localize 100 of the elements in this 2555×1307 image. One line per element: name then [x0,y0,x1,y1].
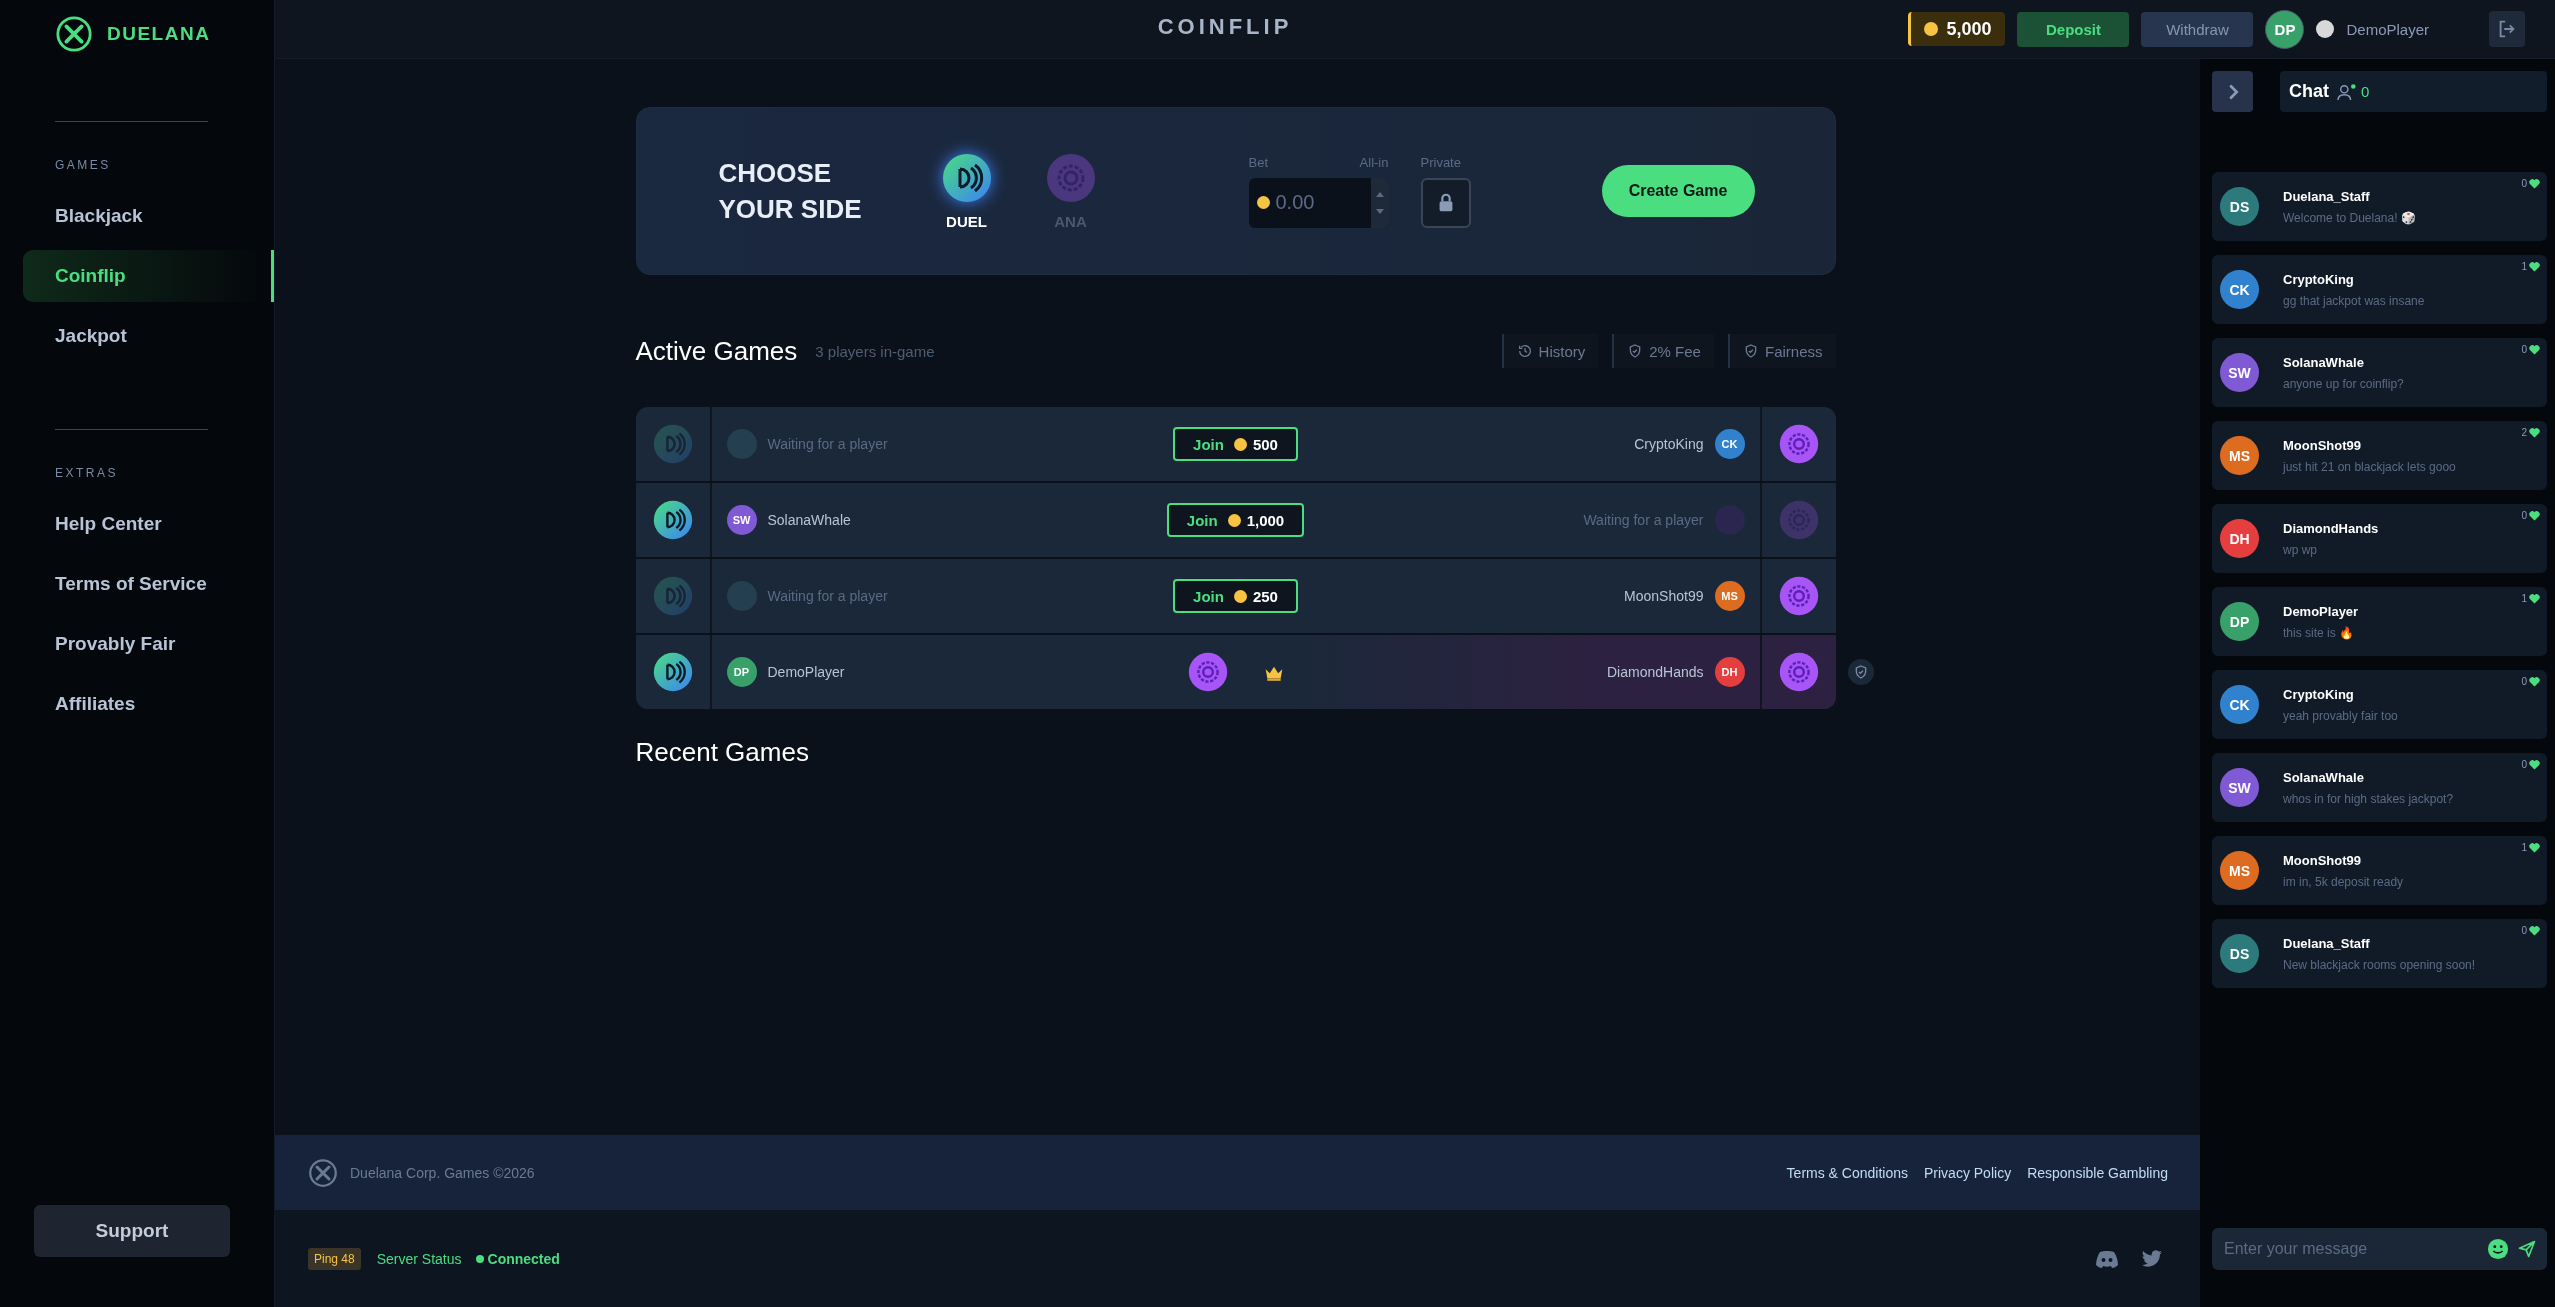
shield-icon[interactable] [1847,659,1874,685]
bet-field[interactable]: 0.00 [1248,177,1389,228]
like-count: 1 [2521,842,2527,853]
heart-icon[interactable] [2529,427,2540,438]
nav-item[interactable]: Affiliates [23,678,274,730]
empty-avatar-icon [726,429,757,459]
heart-icon[interactable] [2529,510,2540,521]
coin-icon [1256,196,1270,209]
like-count: 1 [2521,593,2527,604]
message-field[interactable]: Enter your message [2212,1228,2547,1270]
coin-icon [652,652,693,692]
user-avatar: MS [2220,851,2259,890]
private-toggle-button[interactable] [1420,177,1471,228]
heart-icon[interactable] [2529,842,2540,853]
tool-button[interactable]: History [1501,334,1599,368]
tool-button[interactable]: 2% Fee [1612,334,1714,368]
bird-icon[interactable] [2141,1249,2163,1268]
empty-avatar-icon [726,581,757,611]
ping-badge: Ping 48 [308,1247,361,1270]
nav-item[interactable]: Help Center [23,498,274,550]
like-count: 2 [2521,427,2527,438]
players-count: 3 players in-game [815,342,935,360]
message-text: Welcome to Duelana! 🎲 [2283,210,2416,225]
withdraw-button[interactable]: Withdraw [2141,11,2254,47]
player-name: DemoPlayer [767,664,845,680]
like-count: 1 [2521,261,2527,272]
footer-link[interactable]: Terms & Conditions [1786,1164,1908,1181]
history-icon [1516,343,1533,359]
bet-label: Bet [1248,154,1268,170]
status-dot-icon [475,1254,484,1263]
choose-side-heading: CHOOSE YOUR SIDE [718,157,863,226]
nav-item[interactable]: Blackjack [23,190,274,242]
message-text: New blackjack rooms opening soon! [2283,957,2476,972]
coin-icon [652,576,693,616]
copyright-text: Duelana Corp. Games ©2026 [350,1164,535,1181]
user-avatar: DP [2220,602,2259,641]
like-count: 0 [2521,344,2527,355]
coin-icon [1778,576,1819,616]
join-button[interactable]: Join 250 [1173,579,1298,613]
heart-icon[interactable] [2529,925,2540,936]
message-author: SolanaWhale [2283,354,2365,370]
coin-icon [652,424,693,464]
message-author: Duelana_Staff [2283,188,2371,204]
section-heading: GAMES [54,157,112,172]
join-button[interactable]: Join 1,000 [1166,503,1305,537]
coin-icon [1187,652,1228,692]
player-name: CryptoKing [1634,436,1704,452]
message-text: this site is 🔥 [2283,625,2355,640]
message-text: just hit 21 on blackjack lets gooo [2283,459,2456,474]
side-option[interactable]: DUEL [938,152,995,230]
smiley-icon[interactable] [2487,1238,2509,1260]
username[interactable]: DemoPlayer [2346,20,2429,38]
support-button[interactable]: Support [34,1205,230,1257]
message-text: anyone up for coinflip? [2283,376,2404,391]
message-author: DemoPlayer [2283,603,2359,619]
message-text: whos in for high stakes jackpot? [2283,791,2454,806]
logout-button[interactable] [2489,11,2525,47]
message-author: MoonShot99 [2283,852,2362,868]
footer-link[interactable]: Privacy Policy [1924,1164,2012,1181]
tool-button[interactable]: Fairness [1727,334,1836,368]
create-game-button[interactable]: Create Game [1601,165,1755,217]
player-name: Waiting for a player [1583,512,1704,528]
page-title: COINFLIP [1156,14,1294,40]
like-count: 0 [2521,759,2527,770]
collapse-button[interactable] [2212,71,2253,112]
brand-name: DUELANA [107,23,211,45]
message-text: im in, 5k deposit ready [2283,874,2404,889]
heart-icon[interactable] [2529,344,2540,355]
nav-item[interactable]: Provably Fair [23,618,274,670]
like-count: 0 [2521,510,2527,521]
footer-link[interactable]: Responsible Gambling [2027,1164,2168,1181]
message-author: Duelana_Staff [2283,935,2371,951]
join-button[interactable]: Join 500 [1173,427,1298,461]
nav-item[interactable]: Jackpot [23,310,274,362]
heart-icon[interactable] [2529,593,2540,604]
heart-icon[interactable] [2529,261,2540,272]
coin-icon [1778,500,1819,540]
heart-icon[interactable] [2529,759,2540,770]
coin-icon [941,152,992,203]
stepper-icon[interactable] [1370,177,1389,228]
coin-icon [1778,424,1819,464]
deposit-button[interactable]: Deposit [2017,11,2130,47]
game-controller-icon[interactable] [2095,1249,2119,1268]
message-author: CryptoKing [2283,686,2355,702]
section-title: Active Games [635,335,798,367]
message-input-field[interactable]: Enter your message [2222,1239,2479,1259]
player-name: Waiting for a player [767,436,888,452]
nav-item[interactable]: Terms of Service [23,558,274,610]
heart-icon[interactable] [2529,676,2540,687]
bet-input-field[interactable]: 0.00 [1269,190,1368,215]
coin-icon [1778,652,1819,692]
nav-item[interactable]: Coinflip [23,250,274,302]
user-avatar: MS [2220,436,2259,475]
user-avatar: SW [2220,768,2259,807]
message-author: SolanaWhale [2283,769,2365,785]
user-avatar: CK [2220,685,2259,724]
balance-amount: 5,000 [1946,18,1992,40]
message-text: gg that jackpot was insane [2283,293,2425,308]
heart-icon[interactable] [2529,178,2540,189]
send-icon[interactable] [2517,1239,2537,1259]
